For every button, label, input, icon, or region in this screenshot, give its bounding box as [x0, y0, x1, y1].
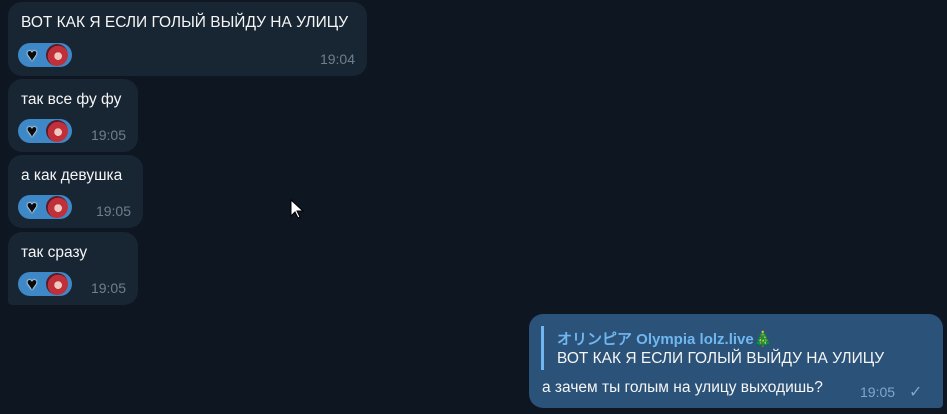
heart-icon: ♥ — [26, 45, 38, 65]
incoming-message[interactable]: так все фу фу ♥ 19:05 — [8, 79, 138, 152]
message-text: а зачем ты голым на улицу выходишь? — [542, 379, 823, 396]
heart-icon: ♥ — [26, 121, 38, 141]
message-time: 19:04 — [319, 51, 355, 67]
reactor-avatar — [46, 273, 68, 295]
reply-author: オリンピア Olympia lolz.live🎄 — [557, 331, 773, 348]
heart-icon: ♥ — [26, 197, 38, 217]
reaction-badge[interactable]: ♥ — [18, 272, 72, 296]
reaction-badge[interactable]: ♥ — [18, 43, 72, 67]
message-time: 19:05 — [860, 384, 896, 400]
reply-text: ВОТ КАК Я ЕСЛИ ГОЛЫЙ ВЫЙДУ НА УЛИЦУ — [557, 350, 885, 367]
reaction-badge[interactable]: ♥ — [18, 195, 72, 219]
reactor-avatar — [46, 44, 68, 66]
chat-area: ВОТ КАК Я ЕСЛИ ГОЛЫЙ ВЫЙДУ НА УЛИЦУ ♥ 19… — [0, 0, 947, 414]
incoming-message[interactable]: а как девушка ♥ 19:05 — [8, 155, 143, 228]
incoming-message[interactable]: так сразу ♥ 19:05 — [8, 232, 138, 305]
message-time: 19:05 — [90, 280, 126, 296]
outgoing-message[interactable]: オリンピア Olympia lolz.live🎄 ВОТ КАК Я ЕСЛИ … — [529, 314, 943, 408]
message-text: ВОТ КАК Я ЕСЛИ ГОЛЫЙ ВЫЙДУ НА УЛИЦУ — [21, 14, 349, 31]
heart-icon: ♥ — [26, 274, 38, 294]
reactor-avatar — [46, 120, 68, 142]
message-text: так все фу фу — [21, 91, 122, 108]
message-time: 19:05 — [90, 127, 126, 143]
reactor-avatar — [46, 196, 68, 218]
incoming-message[interactable]: ВОТ КАК Я ЕСЛИ ГОЛЫЙ ВЫЙДУ НА УЛИЦУ ♥ 19… — [8, 2, 367, 76]
message-text: а как девушка — [21, 167, 123, 184]
check-icon: ✓ — [909, 384, 923, 401]
message-text: так сразу — [21, 244, 88, 261]
mouse-pointer-icon — [290, 199, 305, 219]
reaction-badge[interactable]: ♥ — [18, 119, 72, 143]
message-time: 19:05 — [95, 203, 131, 219]
reply-quote[interactable]: オリンピア Olympia lolz.live🎄 ВОТ КАК Я ЕСЛИ … — [541, 326, 931, 370]
